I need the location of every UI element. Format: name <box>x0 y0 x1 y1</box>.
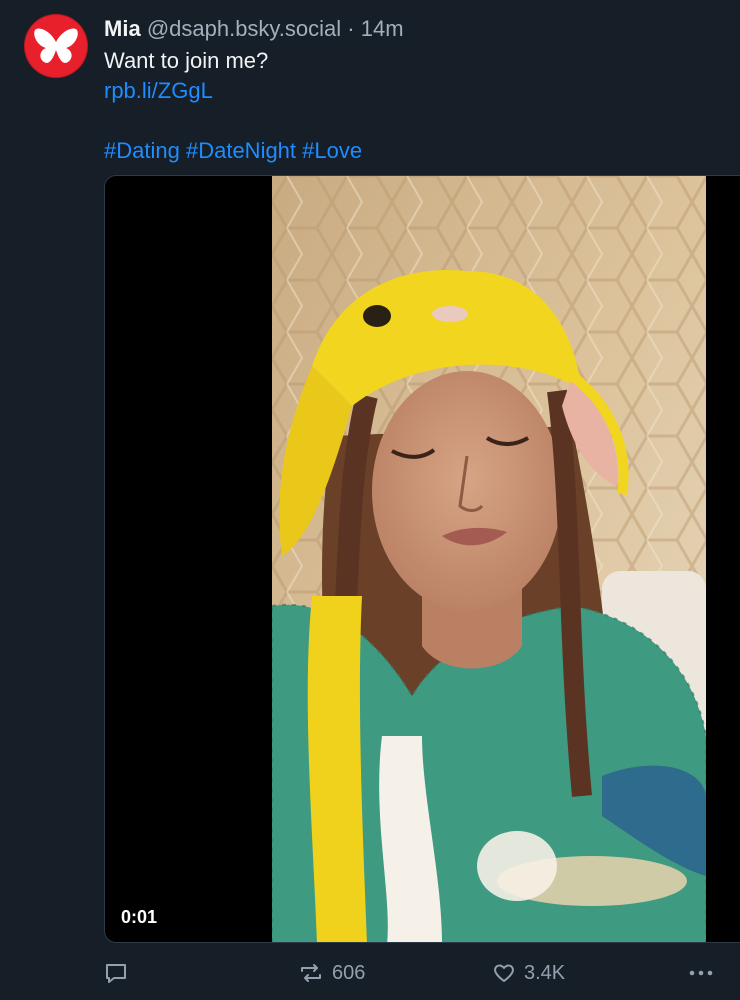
post-actions: 606 3.4K <box>104 956 716 990</box>
video-thumbnail <box>272 176 706 942</box>
heart-icon <box>494 964 514 982</box>
post-header: Mia @dsaph.bsky.social · 14m <box>104 12 716 46</box>
hashtag-love[interactable]: #Love <box>302 138 362 163</box>
video-frame <box>272 176 706 942</box>
reply-button[interactable] <box>104 956 128 990</box>
separator: · <box>347 16 355 41</box>
repost-count: 606 <box>332 961 366 984</box>
avatar[interactable] <box>24 14 88 78</box>
post-time[interactable]: 14m <box>361 16 404 41</box>
author-name[interactable]: Mia <box>104 16 141 41</box>
repost-icon <box>301 964 321 982</box>
author-handle[interactable]: @dsaph.bsky.social <box>147 16 341 41</box>
post-text: Want to join me? <box>104 48 269 73</box>
hashtags: #Dating #DateNight #Love <box>104 136 716 166</box>
hashtag-dating[interactable]: #Dating <box>104 138 180 163</box>
ellipsis-icon <box>689 970 713 976</box>
post-content: Mia @dsaph.bsky.social · 14m Want to joi… <box>104 12 716 166</box>
repost-button[interactable]: 606 <box>298 956 365 990</box>
butterfly-icon <box>34 28 78 63</box>
more-options-button[interactable] <box>687 956 715 990</box>
like-count: 3.4K <box>524 961 566 984</box>
hashtag-datenight[interactable]: #DateNight <box>186 138 296 163</box>
video-timestamp: 0:01 <box>121 907 158 927</box>
speech-bubble-icon <box>106 964 126 983</box>
like-button[interactable]: 3.4K <box>492 956 565 990</box>
post-link[interactable]: rpb.li/ZGgL <box>104 76 716 106</box>
video-player[interactable]: 0:01 <box>104 175 740 943</box>
